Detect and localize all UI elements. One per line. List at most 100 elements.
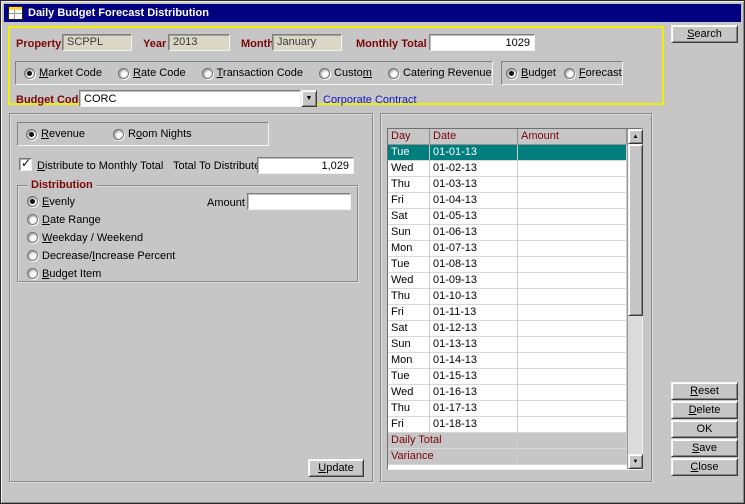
window-title: Daily Budget Forecast Distribution: [28, 7, 209, 19]
radio-evenly[interactable]: Evenly: [27, 195, 175, 208]
budget-code-field[interactable]: [79, 90, 301, 107]
radio-date-range[interactable]: Date Range: [27, 213, 175, 226]
cell-amount: [518, 353, 627, 369]
cell-day: Thu: [388, 401, 430, 417]
cell-date: 01-04-13: [430, 193, 518, 209]
monthly-total-field[interactable]: [429, 34, 535, 51]
table-row[interactable]: Wed01-16-13: [388, 385, 627, 401]
radio-rate-code[interactable]: Rate Code: [118, 67, 186, 80]
scrollbar-thumb[interactable]: [628, 144, 643, 316]
cell-amount: [518, 241, 627, 257]
table-row[interactable]: Tue01-01-13: [388, 145, 627, 161]
reset-button[interactable]: Reset: [671, 382, 738, 400]
search-button[interactable]: Search: [671, 25, 738, 43]
table-row[interactable]: Fri01-11-13: [388, 305, 627, 321]
year-label: Year: [143, 38, 166, 50]
cell-date: 01-17-13: [430, 401, 518, 417]
cell-amount: [518, 337, 627, 353]
radio-weekday-weekend[interactable]: Weekday / Weekend: [27, 231, 175, 244]
cell-amount: [518, 449, 627, 465]
cell-date: 01-08-13: [430, 257, 518, 273]
cell-day: Tue: [388, 145, 430, 161]
table-row[interactable]: Sat01-05-13: [388, 209, 627, 225]
value-radio-panel: Revenue Room Nights: [17, 122, 269, 146]
distribute-checkbox[interactable]: ✓: [19, 158, 32, 171]
radio-dot-icon: [564, 68, 575, 79]
footer-label: Variance: [388, 449, 518, 465]
cell-date: 01-14-13: [430, 353, 518, 369]
table-row[interactable]: Tue01-15-13: [388, 369, 627, 385]
table-row[interactable]: Sun01-13-13: [388, 337, 627, 353]
cell-date: 01-03-13: [430, 177, 518, 193]
mode-radio-panel: Budget Forecast: [501, 61, 623, 85]
total-to-distribute-field[interactable]: [257, 157, 354, 174]
table-row[interactable]: Thu01-17-13: [388, 401, 627, 417]
scroll-down-icon[interactable]: ▼: [628, 454, 643, 469]
cell-amount: [518, 273, 627, 289]
year-field[interactable]: 2013: [168, 34, 230, 51]
save-button[interactable]: Save: [671, 439, 738, 457]
table-row[interactable]: Tue01-08-13: [388, 257, 627, 273]
table-row[interactable]: Fri01-04-13: [388, 193, 627, 209]
cell-day: Sat: [388, 321, 430, 337]
table-row[interactable]: Thu01-03-13: [388, 177, 627, 193]
cell-amount: [518, 417, 627, 433]
cell-date: 01-13-13: [430, 337, 518, 353]
radio-dot-icon: [27, 250, 38, 261]
ok-button[interactable]: OK: [671, 420, 738, 438]
close-button[interactable]: Close: [671, 458, 738, 476]
radio-revenue[interactable]: Revenue: [26, 128, 85, 141]
cell-date: 01-02-13: [430, 161, 518, 177]
radio-forecast[interactable]: Forecast: [564, 67, 622, 80]
budget-code-dropdown-button[interactable]: ▼: [301, 90, 317, 107]
cell-date: 01-12-13: [430, 321, 518, 337]
titlebar[interactable]: Daily Budget Forecast Distribution: [4, 4, 741, 22]
radio-dot-icon: [27, 196, 38, 207]
table-row[interactable]: Wed01-09-13: [388, 273, 627, 289]
radio-custom[interactable]: Custom: [319, 67, 372, 80]
radio-market-code[interactable]: Market Code: [24, 67, 102, 80]
update-button[interactable]: Update: [308, 459, 364, 477]
radio-dot-icon: [388, 68, 399, 79]
property-field[interactable]: SCPPL: [62, 34, 132, 51]
table-row[interactable]: Wed01-02-13: [388, 161, 627, 177]
cell-day: Fri: [388, 305, 430, 321]
radio-label: Room Nights: [128, 128, 192, 140]
footer-label: Daily Total: [388, 433, 518, 449]
app-icon: [8, 6, 23, 20]
table-footer-row: Daily Total: [388, 433, 627, 449]
chevron-down-icon: ▼: [306, 95, 313, 102]
radio-label: Budget: [521, 67, 556, 79]
cell-amount: [518, 177, 627, 193]
radio-label: Market Code: [39, 67, 102, 79]
radio-decrease-increase-percent[interactable]: Decrease/Increase Percent: [27, 249, 175, 262]
table-scrollbar[interactable]: ▲ ▼: [627, 129, 642, 469]
radio-budget[interactable]: Budget: [506, 67, 556, 80]
scroll-up-icon[interactable]: ▲: [628, 129, 643, 144]
radio-room-nights[interactable]: Room Nights: [113, 128, 192, 141]
table-row[interactable]: Sun01-06-13: [388, 225, 627, 241]
monthly-total-label: Monthly Total: [356, 38, 427, 50]
radio-catering-revenue[interactable]: Catering Revenue: [388, 67, 492, 80]
budget-code-label: Budget Code: [16, 94, 84, 106]
month-field[interactable]: January: [272, 34, 342, 51]
cell-amount: [518, 225, 627, 241]
amount-field[interactable]: [247, 193, 351, 210]
check-icon: ✓: [21, 156, 31, 170]
delete-button[interactable]: Delete: [671, 401, 738, 419]
radio-label: Custom: [334, 67, 372, 79]
cell-day: Fri: [388, 417, 430, 433]
table-row[interactable]: Fri01-18-13: [388, 417, 627, 433]
table-row[interactable]: Thu01-10-13: [388, 289, 627, 305]
radio-transaction-code[interactable]: Transaction Code: [202, 67, 303, 80]
cell-date: 01-06-13: [430, 225, 518, 241]
radio-dot-icon: [26, 129, 37, 140]
distribute-checkbox-label: Distribute to Monthly Total: [37, 160, 163, 172]
radio-budget-item[interactable]: Budget Item: [27, 267, 175, 280]
table-row[interactable]: Sat01-12-13: [388, 321, 627, 337]
table-row[interactable]: Mon01-07-13: [388, 241, 627, 257]
table-row[interactable]: Mon01-14-13: [388, 353, 627, 369]
column-header-amount: Amount: [518, 129, 627, 145]
month-label: Month: [241, 38, 274, 50]
radio-label: Weekday / Weekend: [42, 232, 143, 244]
